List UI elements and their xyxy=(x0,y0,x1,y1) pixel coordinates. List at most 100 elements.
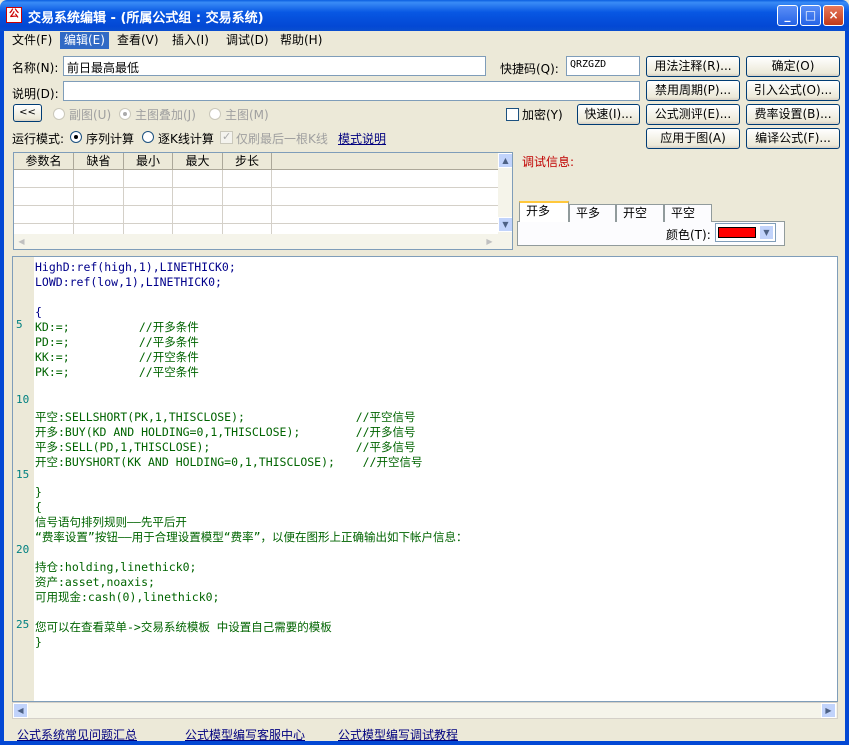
sub-chart-label: 副图(U) xyxy=(69,108,112,122)
code-line: } xyxy=(35,635,42,649)
code-line: { xyxy=(35,500,42,514)
code-line: PK:=; //平空条件 xyxy=(35,365,199,379)
tab-open-long[interactable]: 开多 xyxy=(519,201,569,222)
code-line: 可用现金:cash(0),linethick0; xyxy=(35,590,220,604)
last-bar-label: 仅刷最后一根K线 xyxy=(236,132,328,146)
tab-open-short[interactable]: 开空 xyxy=(616,204,664,222)
code-line: { xyxy=(35,305,42,319)
compile-formula-button[interactable]: 编译公式(F)... xyxy=(746,128,840,149)
name-label: 名称(N): xyxy=(12,61,59,75)
main-chart-label: 主图(M) xyxy=(225,108,269,122)
name-input[interactable]: 前日最高最低 xyxy=(63,56,486,76)
line-number: 15 xyxy=(16,468,30,481)
app-icon: 公 xyxy=(6,7,22,23)
menu-view[interactable]: 查看(V) xyxy=(113,32,163,49)
menu-debug[interactable]: 调试(D) xyxy=(222,32,273,49)
code-line: “费率设置”按钮——用于合理设置模型“费率”，以便在图形上正确输出如下帐户信息： xyxy=(35,530,468,544)
line-number: 20 xyxy=(16,543,30,556)
col-param-name[interactable]: 参数名 xyxy=(14,153,74,170)
encrypt-checkbox[interactable] xyxy=(506,108,519,121)
menu-bar: 文件(F) 编辑(E) 查看(V) 插入(I) 调试(D) 帮助(H) xyxy=(4,31,845,50)
kline-mode-label: 逐K线计算 xyxy=(158,132,214,146)
debug-info-label: 调试信息: xyxy=(522,155,575,169)
disable-period-button[interactable]: 禁用周期(P)... xyxy=(646,80,740,101)
color-select[interactable]: ▼ xyxy=(715,223,776,242)
support-center-link[interactable]: 公式模型编写客服中心 xyxy=(185,726,305,743)
code-line: 开空:BUYSHORT(KK AND HOLDING=0,1,THISCLOSE… xyxy=(35,455,423,469)
scroll-right-icon[interactable]: ▶ xyxy=(821,703,836,718)
scroll-down-icon[interactable]: ▼ xyxy=(498,217,512,232)
main-chart-radio[interactable] xyxy=(209,108,221,120)
tab-close-short[interactable]: 平空 xyxy=(664,204,712,222)
param-table[interactable]: 参数名 缺省 最小 最大 步长 ▲ ▼ ◀ ▶ xyxy=(13,152,513,250)
color-label: 颜色(T): xyxy=(666,228,711,242)
col-max[interactable]: 最大 xyxy=(173,153,223,170)
usage-note-button[interactable]: 用法注释(R)... xyxy=(646,56,740,77)
code-line: LOWD:ref(low,1),LINETHICK0; xyxy=(35,275,222,289)
menu-edit[interactable]: 编辑(E) xyxy=(60,32,109,49)
faq-link[interactable]: 公式系统常见问题汇总 xyxy=(17,726,137,743)
sequence-mode-label: 序列计算 xyxy=(86,132,135,146)
col-default[interactable]: 缺省 xyxy=(74,153,124,170)
dropdown-arrow-icon[interactable]: ▼ xyxy=(759,225,774,240)
scroll-up-icon[interactable]: ▲ xyxy=(498,153,512,168)
tutorial-link[interactable]: 公式模型编写调试教程 xyxy=(338,726,458,743)
code-line: 持仓:holding,linethick0; xyxy=(35,560,197,574)
quick-button[interactable]: 快速(I)... xyxy=(577,104,640,125)
close-button[interactable]: × xyxy=(823,5,844,26)
editor-hscroll[interactable]: ◀ ▶ xyxy=(12,702,838,719)
formula-test-button[interactable]: 公式测评(E)... xyxy=(646,104,740,125)
import-formula-button[interactable]: 引入公式(O)... xyxy=(746,80,840,101)
sequence-mode-radio[interactable] xyxy=(70,131,82,143)
encrypt-label: 加密(Y) xyxy=(522,108,563,122)
menu-file[interactable]: 文件(F) xyxy=(8,32,56,49)
line-number-gutter: 5 10 15 20 25 xyxy=(13,257,34,701)
code-line: KD:=; //开多条件 xyxy=(35,320,199,334)
scroll-left-icon[interactable]: ◀ xyxy=(13,703,28,718)
line-number: 25 xyxy=(16,618,30,631)
run-mode-label: 运行模式: xyxy=(12,132,65,146)
line-number: 10 xyxy=(16,393,30,406)
code-line: 您可以在查看菜单->交易系统模板 中设置自己需要的模板 xyxy=(35,620,332,634)
menu-help[interactable]: 帮助(H) xyxy=(276,32,326,49)
fee-settings-button[interactable]: 费率设置(B)... xyxy=(746,104,840,125)
code-line: KK:=; //开空条件 xyxy=(35,350,199,364)
col-step[interactable]: 步长 xyxy=(223,153,272,170)
param-table-header: 参数名 缺省 最小 最大 步长 xyxy=(14,153,500,170)
title-bar[interactable]: 公 交易系统编辑 - (所属公式组 : 交易系统) _ □ × xyxy=(0,0,849,31)
line-number: 5 xyxy=(16,318,23,331)
col-min[interactable]: 最小 xyxy=(124,153,173,170)
collapse-button[interactable]: << xyxy=(13,104,42,122)
desc-input[interactable] xyxy=(63,81,640,101)
code-line: } xyxy=(35,485,42,499)
shortcut-label: 快捷码(Q): xyxy=(500,62,559,76)
mode-help-link[interactable]: 模式说明 xyxy=(338,130,386,147)
code-line: 信号语句排列规则——先平后开 xyxy=(35,515,187,529)
param-vscroll[interactable]: ▲ ▼ xyxy=(498,153,512,234)
minimize-button[interactable]: _ xyxy=(777,5,798,26)
param-hscroll[interactable]: ◀ ▶ xyxy=(14,234,512,249)
code-line: HighD:ref(high,1),LINETHICK0; xyxy=(35,260,236,274)
scroll-left-icon[interactable]: ◀ xyxy=(14,234,29,249)
maximize-button[interactable]: □ xyxy=(800,5,821,26)
ok-button[interactable]: 确定(O) xyxy=(746,56,840,77)
shortcut-input[interactable]: QRZGZD xyxy=(566,56,640,76)
code-line: PD:=; //平多条件 xyxy=(35,335,199,349)
color-swatch xyxy=(718,227,756,238)
main-overlay-label: 主图叠加(J) xyxy=(135,108,196,122)
code-line: 资产:asset,noaxis; xyxy=(35,575,155,589)
code-line: 开多:BUY(KD AND HOLDING=0,1,THISCLOSE); //… xyxy=(35,425,416,439)
scroll-right-icon[interactable]: ▶ xyxy=(482,234,497,249)
menu-insert[interactable]: 插入(I) xyxy=(168,32,213,49)
desc-label: 说明(D): xyxy=(12,87,59,101)
kline-mode-radio[interactable] xyxy=(142,131,154,143)
tab-close-long[interactable]: 平多 xyxy=(569,204,616,222)
last-bar-checkbox[interactable] xyxy=(220,130,233,144)
main-overlay-radio[interactable] xyxy=(119,108,131,120)
sub-chart-radio[interactable] xyxy=(53,108,65,120)
code-editor[interactable]: 5 10 15 20 25 HighD:ref(high,1),LINETHIC… xyxy=(12,256,838,702)
window-title: 交易系统编辑 - (所属公式组 : 交易系统) xyxy=(28,11,264,26)
code-line: 平多:SELL(PD,1,THISCLOSE); //平多信号 xyxy=(35,440,416,454)
code-line: 平空:SELLSHORT(PK,1,THISCLOSE); //平空信号 xyxy=(35,410,416,424)
apply-chart-button[interactable]: 应用于图(A) xyxy=(646,128,740,149)
